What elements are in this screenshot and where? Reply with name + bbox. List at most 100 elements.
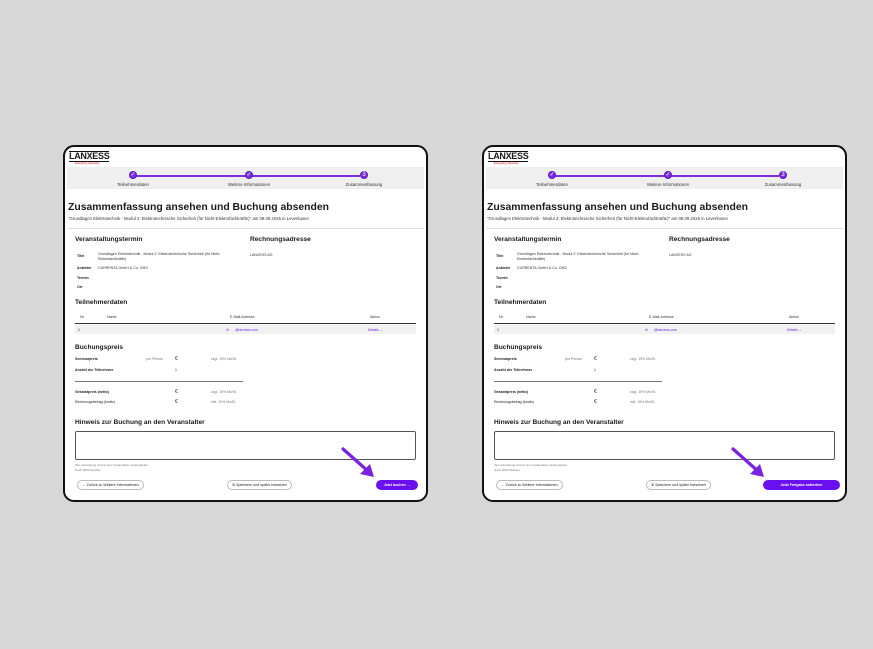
mail-icon: ✉: [645, 328, 648, 332]
step-1-check-icon: ✓: [548, 171, 556, 179]
seminar-price-currency: €: [175, 356, 178, 362]
annotation-arrow-icon: [341, 447, 374, 477]
arrow-left-icon: ←: [501, 483, 505, 487]
participant-count: 1: [594, 368, 596, 372]
price-heading: Buchungspreis: [75, 344, 123, 351]
event-label-location: Ort: [496, 285, 502, 289]
step-label-1: Teilnehmerdaten: [536, 182, 568, 187]
net-price-currency: €: [594, 389, 597, 395]
participant-count-label: Anzahl der Teilnehmer: [75, 368, 114, 372]
note-hint: Ihre Anmerkung wird an den Veranstalter …: [494, 463, 568, 467]
step-label-3: Zusammenfassung: [345, 182, 383, 187]
col-name: Name: [107, 315, 117, 319]
back-button[interactable]: ← Zurück zu Weitere Informationen: [496, 480, 563, 490]
event-label-date: Termin: [77, 276, 89, 280]
event-label-provider: Anbieter: [496, 266, 511, 270]
participants-heading: Teilnehmerdaten: [75, 299, 128, 306]
participant-email-link[interactable]: @lanxess.com: [654, 328, 677, 332]
save-later-button[interactable]: 🖫 Speichern und später fortsetzen: [646, 480, 712, 490]
event-heading: Veranstaltungstermin: [494, 236, 562, 243]
billing-heading: Rechnungsadresse: [250, 236, 311, 243]
event-value-title: Grundlagen Elektrotechnik - Modul 2: Ele…: [98, 252, 221, 261]
note-char-limit: Noch 2000 Zeichen: [75, 468, 102, 472]
col-action: Aktion: [789, 315, 799, 319]
back-button[interactable]: ← Zurück zu Weitere Informationen: [77, 480, 144, 490]
event-label-provider: Anbieter: [77, 266, 92, 270]
col-email: E-Mail-Adresse: [649, 315, 674, 319]
event-label-date: Termin: [496, 276, 508, 280]
net-price-currency: €: [175, 389, 178, 395]
page-title: Zusammenfassung ansehen und Buchung abse…: [68, 202, 329, 213]
chevron-down-icon: ⌄: [379, 328, 383, 332]
details-toggle[interactable]: Details ⌄: [368, 328, 383, 332]
annotation-arrow-icon: [731, 447, 764, 477]
book-now-button[interactable]: Jetzt buchen →: [376, 480, 418, 490]
row-nr: 1: [497, 328, 499, 332]
step-3-indicator: 3: [779, 171, 787, 179]
lanxess-logo: LANXESS Energizing Chemistry: [69, 151, 110, 165]
step-1-check-icon: ✓: [129, 171, 137, 179]
gross-price-currency: €: [175, 399, 178, 405]
seminar-price-currency: €: [594, 356, 597, 362]
billing-address: LANXESS AG: [669, 253, 692, 257]
step-label-3: Zusammenfassung: [764, 182, 802, 187]
col-nr: Nr.: [499, 315, 504, 319]
seminar-price-label: Seminarpreis: [75, 357, 98, 361]
billing-address: LANXESS AG: [250, 253, 273, 257]
gross-price-label: Rechnungsbetrag (brutto): [494, 400, 534, 404]
net-price-label: Gesamtpreis (netto): [494, 390, 528, 394]
booking-summary-panel-right: LANXESS Energizing Chemistry ✓ ✓ 3 Teilne…: [482, 145, 847, 502]
step-label-2: Weitere Informationen: [646, 182, 690, 187]
lanxess-logo: LANXESS Energizing Chemistry: [488, 151, 529, 165]
participant-email-link[interactable]: @lanxess.com: [235, 328, 258, 332]
page-subtitle: "Grundlagen Elektrotechnik - Modul 2: El…: [487, 216, 728, 221]
col-name: Name: [526, 315, 536, 319]
progress-stepper: ✓ ✓ 3 Teilnehmerdaten Weitere Informatio…: [486, 167, 843, 189]
page-title: Zusammenfassung ansehen und Buchung abse…: [487, 202, 748, 213]
event-label-location: Ort: [77, 285, 83, 289]
save-icon: 🖫: [232, 483, 236, 487]
billing-heading: Rechnungsadresse: [669, 236, 730, 243]
page-subtitle: "Grundlagen Elektrotechnik - Modul 2: El…: [68, 216, 309, 221]
step-2-check-icon: ✓: [245, 171, 253, 179]
note-heading: Hinweis zur Buchung an den Veranstalter: [494, 419, 624, 426]
net-vat-note: zzgl. 19% MwSt.: [630, 390, 656, 394]
gross-vat-note: inkl. 19% MwSt.: [211, 400, 236, 404]
col-nr: Nr.: [80, 315, 85, 319]
participant-count: 1: [175, 368, 177, 372]
event-label-title: Titel: [77, 254, 85, 258]
col-action: Aktion: [370, 315, 380, 319]
event-value-title: Grundlagen Elektrotechnik - Modul 2: Ele…: [517, 252, 640, 261]
seminar-price-label: Seminarpreis: [494, 357, 517, 361]
per-person-label: pro Person: [565, 357, 583, 361]
event-value-provider: CURRENTA GmbH & Co. OHG: [98, 266, 149, 270]
price-heading: Buchungspreis: [494, 344, 542, 351]
progress-stepper: ✓ ✓ 3 Teilnehmerdaten Weitere Informatio…: [67, 167, 424, 189]
net-price-label: Gesamtpreis (netto): [75, 390, 109, 394]
note-hint: Ihre Anmerkung wird an den Veranstalter …: [75, 463, 149, 467]
note-heading: Hinweis zur Buchung an den Veranstalter: [75, 419, 205, 426]
per-person-label: pro Person: [146, 357, 164, 361]
request-approval-button[interactable]: Jetzt Freigabe anfordern: [763, 480, 840, 490]
note-char-limit: Noch 2000 Zeichen: [494, 468, 521, 472]
net-vat-note: zzgl. 19% MwSt.: [211, 390, 237, 394]
note-textarea[interactable]: [494, 431, 835, 460]
save-icon: 🖫: [651, 483, 655, 487]
gross-price-label: Rechnungsbetrag (brutto): [75, 400, 115, 404]
step-label-1: Teilnehmerdaten: [117, 182, 149, 187]
event-value-provider: CURRENTA GmbH & Co. OHG: [517, 266, 568, 270]
seminar-vat-note: zzgl. 19% MwSt.: [630, 357, 656, 361]
arrow-right-icon: →: [406, 483, 411, 487]
save-later-button[interactable]: 🖫 Speichern und später fortsetzen: [227, 480, 293, 490]
event-heading: Veranstaltungstermin: [75, 236, 143, 243]
gross-price-currency: €: [594, 399, 597, 405]
step-label-2: Weitere Informationen: [227, 182, 271, 187]
arrow-left-icon: ←: [82, 483, 86, 487]
details-toggle[interactable]: Details ⌄: [787, 328, 802, 332]
chevron-down-icon: ⌄: [798, 328, 802, 332]
step-3-indicator: 3: [360, 171, 368, 179]
mail-icon: ✉: [226, 328, 229, 332]
event-label-title: Titel: [496, 254, 504, 258]
step-2-check-icon: ✓: [664, 171, 672, 179]
gross-vat-note: inkl. 19% MwSt.: [630, 400, 655, 404]
